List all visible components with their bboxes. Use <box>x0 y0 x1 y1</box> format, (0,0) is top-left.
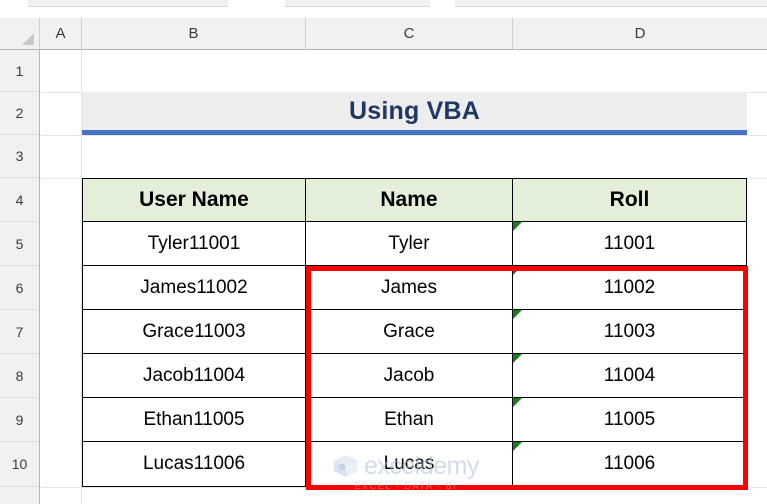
ribbon-chunk-left <box>28 0 228 7</box>
cell-roll-value: 11001 <box>603 232 656 254</box>
error-indicator-icon <box>513 442 522 451</box>
select-all-triangle-icon <box>22 33 34 45</box>
ribbon-bottom-strip <box>0 0 767 18</box>
column-header-band: A B C D <box>0 18 767 50</box>
cell-name[interactable]: Tyler <box>306 222 513 266</box>
table-row[interactable]: Grace11003 Grace 11003 <box>83 310 746 354</box>
cell-roll-value: 11005 <box>603 408 656 430</box>
row-header-9[interactable]: 9 <box>0 398 39 442</box>
row-header-1[interactable]: 1 <box>0 50 39 92</box>
cell-roll[interactable]: 11004 <box>513 354 746 398</box>
cell-roll-value: 11004 <box>603 364 656 386</box>
spreadsheet-canvas: A B C D 1 2 3 4 5 6 7 8 9 10 Using VBA U… <box>0 0 767 504</box>
page-title: Using VBA <box>349 96 480 125</box>
cell-roll-value: 11002 <box>603 276 656 298</box>
select-all-button[interactable] <box>0 18 40 49</box>
table-row[interactable]: Lucas11006 Lucas 11006 <box>83 442 746 486</box>
cell-user-name[interactable]: James11002 <box>83 266 306 310</box>
cell-user-name[interactable]: Jacob11004 <box>83 354 306 398</box>
column-header-d[interactable]: D <box>513 18 767 49</box>
error-indicator-icon <box>513 354 522 363</box>
cell-roll-value: 11003 <box>603 320 656 342</box>
row-header-2[interactable]: 2 <box>0 92 39 135</box>
cell-user-name[interactable]: Tyler11001 <box>83 222 306 266</box>
cell-name[interactable]: Lucas <box>306 442 513 486</box>
column-title-roll: Roll <box>513 179 746 222</box>
table-header-row: User Name Name Roll <box>83 179 746 222</box>
column-title-name: Name <box>306 179 513 222</box>
table-row[interactable]: Tyler11001 Tyler 11001 <box>83 222 746 266</box>
cell-roll[interactable]: 11003 <box>513 310 746 354</box>
table-row[interactable]: Ethan11005 Ethan 11005 <box>83 398 746 442</box>
report-title-cell[interactable]: Using VBA <box>82 92 747 135</box>
cell-roll-value: 11006 <box>603 453 656 474</box>
cell-name[interactable]: James <box>306 266 513 310</box>
table-row[interactable]: James11002 James 11002 <box>83 266 746 310</box>
column-title-user-name: User Name <box>83 179 306 222</box>
data-table: User Name Name Roll Tyler11001 Tyler 110… <box>82 178 747 487</box>
ribbon-chunk-right <box>455 0 767 7</box>
cell-roll[interactable]: 11005 <box>513 398 746 442</box>
error-indicator-icon <box>513 398 522 407</box>
column-header-c[interactable]: C <box>306 18 513 49</box>
column-header-b[interactable]: B <box>82 18 306 49</box>
row-header-8[interactable]: 8 <box>0 354 39 398</box>
row-header-5[interactable]: 5 <box>0 222 39 266</box>
ribbon-chunk-mid <box>285 0 430 7</box>
row-header-4[interactable]: 4 <box>0 178 39 222</box>
cell-name[interactable]: Jacob <box>306 354 513 398</box>
column-header-a[interactable]: A <box>40 18 82 49</box>
cell-name[interactable]: Grace <box>306 310 513 354</box>
table-row[interactable]: Jacob11004 Jacob 11004 <box>83 354 746 398</box>
cell-user-name[interactable]: Grace11003 <box>83 310 306 354</box>
cell-user-name[interactable]: Ethan11005 <box>83 398 306 442</box>
cell-name[interactable]: Ethan <box>306 398 513 442</box>
cell-roll[interactable]: 11001 <box>513 222 746 266</box>
row-header-band: 1 2 3 4 5 6 7 8 9 10 <box>0 50 40 504</box>
error-indicator-icon <box>513 310 522 319</box>
error-indicator-icon <box>513 266 522 275</box>
cell-user-name[interactable]: Lucas11006 <box>83 442 306 486</box>
row-header-3[interactable]: 3 <box>0 135 39 178</box>
error-indicator-icon <box>513 222 522 231</box>
row-header-10[interactable]: 10 <box>0 442 39 487</box>
row-header-7[interactable]: 7 <box>0 310 39 354</box>
cell-roll[interactable]: 11002 <box>513 266 746 310</box>
row-header-6[interactable]: 6 <box>0 266 39 310</box>
cell-roll[interactable]: 11006 <box>513 442 746 486</box>
